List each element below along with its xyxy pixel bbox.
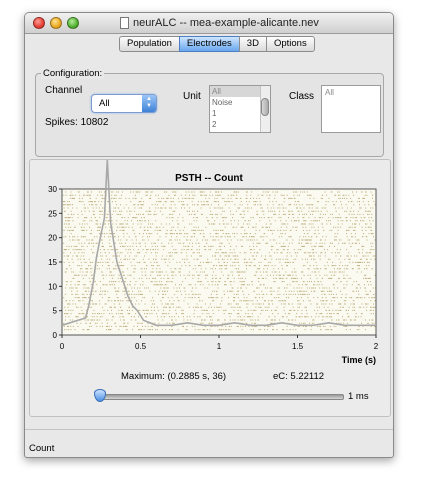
status-divider	[25, 429, 393, 430]
x-tick-label: 0	[60, 342, 65, 351]
x-tick-label: 1	[217, 342, 222, 351]
x-tick-label: 0.5	[135, 342, 147, 351]
status-text: Count	[29, 443, 55, 454]
bin-value: 1 ms	[348, 391, 369, 402]
ec-readout: eC: 5.22112	[273, 371, 324, 382]
y-tick-label: 20	[48, 234, 57, 243]
y-tick-label: 15	[48, 258, 57, 267]
maximum-readout: Maximum: (0.2885 s, 36)	[121, 371, 226, 382]
y-tick-label: 5	[53, 307, 58, 316]
x-tick-label: 2	[374, 342, 379, 351]
x-axis-label: Time (s)	[342, 355, 376, 365]
x-tick-label: 1.5	[292, 342, 304, 351]
y-tick-label: 0	[53, 331, 58, 340]
bin-slider-track[interactable]	[98, 394, 344, 400]
psth-chart: 0 5 10 15 20 25 30 0 0.5 1 1.5 2 Time (s) Maximum: …	[48, 159, 379, 382]
y-tick-label: 10	[48, 282, 57, 291]
y-tick-label: 30	[48, 185, 57, 194]
app-window: neurALC -- mea-example-alicante.nev Popu…	[24, 12, 394, 458]
y-tick-label: 25	[48, 209, 57, 218]
